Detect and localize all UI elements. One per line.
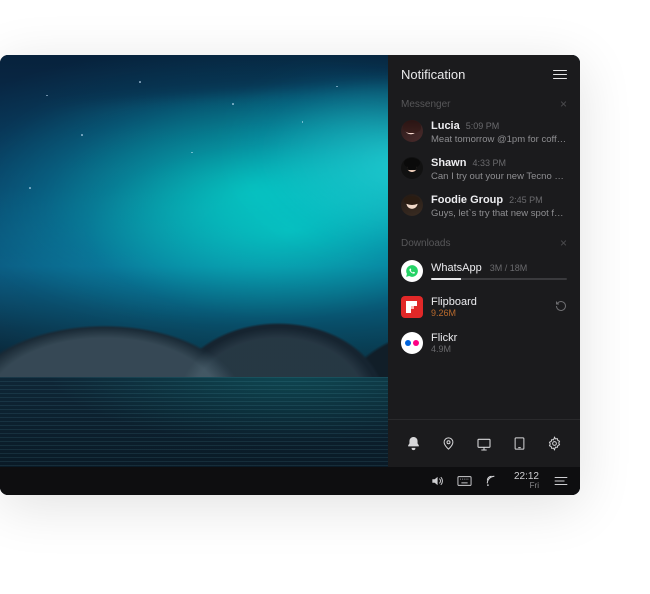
flipboard-icon	[401, 296, 423, 318]
section-header-downloads: Downloads ×	[388, 231, 580, 253]
download-meta: 3M / 18M	[490, 263, 528, 273]
tray-menu-icon[interactable]	[554, 475, 568, 487]
message-time: 4:33 PM	[472, 158, 506, 168]
quick-settings-icon[interactable]	[540, 430, 568, 458]
section-label: Downloads	[401, 238, 450, 249]
download-item[interactable]: Flickr 4.9M	[388, 325, 580, 361]
message-preview: Meat tomorrow @1pm for coffee?	[431, 134, 567, 145]
section-clear-messenger[interactable]: ×	[560, 98, 567, 110]
message-time: 2:45 PM	[509, 195, 543, 205]
download-item[interactable]: Flipboard 9.26M	[388, 289, 580, 325]
section-header-messenger: Messenger ×	[388, 92, 580, 114]
message-preview: Can I try out your new Tecno Remix tab..…	[431, 171, 567, 182]
quick-bell-icon[interactable]	[400, 430, 428, 458]
message-sender: Lucia	[431, 120, 460, 132]
quick-actions	[388, 419, 580, 467]
flickr-icon	[401, 332, 423, 354]
message-item[interactable]: Lucia 5:09 PM Meat tomorrow @1pm for cof…	[388, 114, 580, 151]
panel-menu-icon[interactable]	[553, 70, 567, 80]
tray-keyboard-icon[interactable]	[457, 475, 472, 487]
clock-day: Fri	[530, 482, 539, 490]
download-name: Flickr	[431, 332, 567, 344]
desktop-window: Notification Messenger × Lucia 5:09 PM M…	[0, 55, 580, 495]
quick-location-icon[interactable]	[435, 430, 463, 458]
avatar	[401, 120, 423, 142]
taskbar-clock[interactable]: 22:12 Fri	[514, 472, 539, 490]
avatar	[401, 157, 423, 179]
download-meta: 9.26M	[431, 308, 547, 318]
download-name: WhatsApp	[431, 262, 482, 274]
message-time: 5:09 PM	[466, 121, 500, 131]
download-meta: 4.9M	[431, 344, 567, 354]
quick-display-icon[interactable]	[470, 430, 498, 458]
panel-header: Notification	[388, 55, 580, 92]
quick-tablet-icon[interactable]	[505, 430, 533, 458]
section-clear-downloads[interactable]: ×	[560, 237, 567, 249]
taskbar: 22:12 Fri	[0, 467, 580, 495]
message-item[interactable]: Foodie Group 2:45 PM Guys, let`s try tha…	[388, 188, 580, 225]
panel-title: Notification	[401, 67, 465, 82]
avatar	[401, 194, 423, 216]
download-item[interactable]: WhatsApp 3M / 18M	[388, 253, 580, 289]
section-label: Messenger	[401, 99, 450, 110]
message-preview: Guys, let`s try that new spot for dinner…	[431, 208, 567, 219]
download-progress	[431, 278, 567, 280]
download-name: Flipboard	[431, 296, 547, 308]
message-item[interactable]: Shawn 4:33 PM Can I try out your new Tec…	[388, 151, 580, 188]
message-sender: Foodie Group	[431, 194, 503, 206]
tray-wifi-icon[interactable]	[485, 474, 499, 488]
tray-volume-icon[interactable]	[430, 474, 444, 488]
whatsapp-icon	[401, 260, 423, 282]
retry-icon[interactable]	[555, 300, 567, 315]
message-sender: Shawn	[431, 157, 466, 169]
notification-panel: Notification Messenger × Lucia 5:09 PM M…	[388, 55, 580, 467]
